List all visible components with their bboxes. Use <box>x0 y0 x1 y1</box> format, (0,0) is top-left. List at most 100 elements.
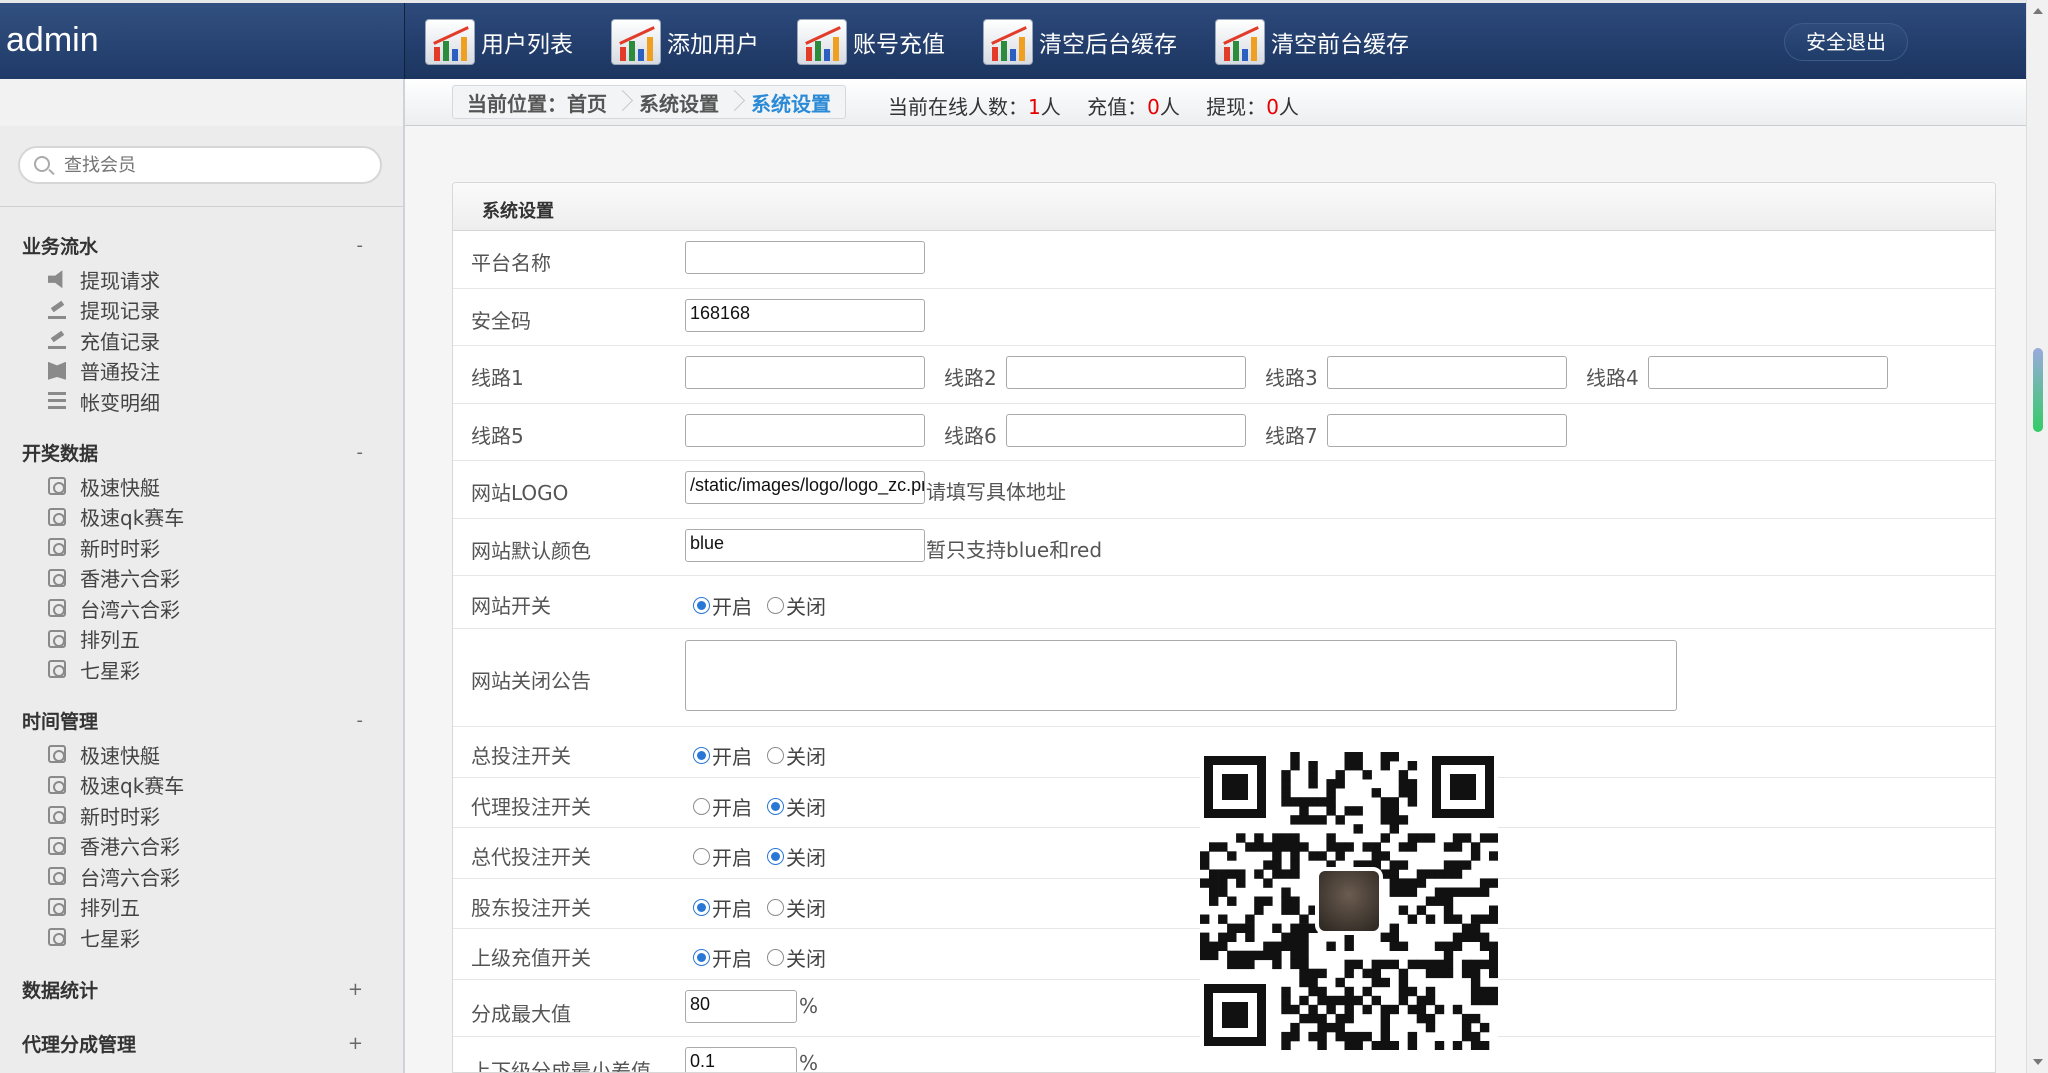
top-header: admin 用户列表 添加用户 账号充值 清空后台缓存 清空前台缓存 安全退出 <box>0 0 2026 79</box>
line1-input[interactable] <box>685 356 925 389</box>
radio-button[interactable] <box>693 747 710 764</box>
site-switch-radio-on[interactable]: 开启 <box>693 591 752 620</box>
scroll-up-arrow-icon[interactable] <box>2033 8 2043 14</box>
online-count: 1 <box>1028 95 1041 119</box>
agent-bet-switch-radio-off[interactable]: 关闭 <box>767 792 826 821</box>
line2-label: 线路2 <box>944 366 997 390</box>
online-label: 当前在线人数： <box>888 95 1028 119</box>
sidebar-item[interactable]: 极速快艇 <box>0 739 403 770</box>
sidebar-section: 代理分成管理 + <box>0 1028 403 1062</box>
superior-recharge-switch-radio-off[interactable]: 关闭 <box>767 943 826 972</box>
color-input[interactable]: blue <box>685 529 925 562</box>
site-switch-radio-off[interactable]: 关闭 <box>767 591 826 620</box>
page-scrollbar[interactable] <box>2026 0 2048 1073</box>
nav-item[interactable]: 账号充值 <box>797 17 945 67</box>
collapse-toggle-icon[interactable]: - <box>357 710 364 731</box>
bet-switch-radio-on[interactable]: 开启 <box>693 741 752 770</box>
sidebar-item[interactable]: 新时时彩 <box>0 800 403 831</box>
qr-code-image <box>1200 752 1499 1051</box>
agent-bet-switch-radio-on[interactable]: 开启 <box>693 792 752 821</box>
row-color: 网站默认颜色 blue 暂只支持blue和red <box>453 519 1995 576</box>
sidebar-item-label: 极速快艇 <box>80 743 160 768</box>
radio-button[interactable] <box>767 848 784 865</box>
breadcrumb-item[interactable]: 系统设置 <box>639 88 719 117</box>
radio-button[interactable] <box>693 949 710 966</box>
scroll-thumb[interactable] <box>2033 348 2043 432</box>
line7-label: 线路7 <box>1265 424 1318 448</box>
radio-button[interactable] <box>693 798 710 815</box>
security-code-input[interactable]: 168168 <box>685 299 925 332</box>
sidebar-section-header[interactable]: 代理分成管理 + <box>0 1028 403 1058</box>
radio-button[interactable] <box>767 597 784 614</box>
collapse-toggle-icon[interactable]: + <box>348 1033 363 1054</box>
line2-input[interactable] <box>1006 356 1246 389</box>
radio-label: 开启 <box>712 947 752 971</box>
platform-name-input[interactable] <box>685 241 925 274</box>
collapse-toggle-icon[interactable]: + <box>348 979 363 1000</box>
sidebar-item[interactable]: 普通投注 <box>0 356 403 387</box>
sidebar-section-header[interactable]: 业务流水 - <box>0 230 403 260</box>
sidebar-item[interactable]: 七星彩 <box>0 654 403 685</box>
search-input[interactable] <box>64 152 364 178</box>
row-lines-5-7: 线路5 线路6 线路7 <box>453 404 1995 461</box>
general-agent-bet-switch-radio-off[interactable]: 关闭 <box>767 842 826 871</box>
sidebar-item[interactable]: 帐变明细 <box>0 386 403 417</box>
radio-button[interactable] <box>693 899 710 916</box>
sidebar-section-header[interactable]: 开奖数据 - <box>0 437 403 467</box>
radio-button[interactable] <box>767 949 784 966</box>
sidebar-item[interactable]: 极速qk赛车 <box>0 502 403 533</box>
radio-button[interactable] <box>693 597 710 614</box>
collapse-toggle-icon[interactable]: - <box>357 442 364 463</box>
radio-label: 开启 <box>712 796 752 820</box>
breadcrumb-home[interactable]: 当前位置：首页 <box>467 88 607 117</box>
radio-button[interactable] <box>767 747 784 764</box>
collapse-toggle-icon[interactable]: - <box>357 235 364 256</box>
sidebar-item[interactable]: 香港六合彩 <box>0 831 403 862</box>
sidebar-item[interactable]: 香港六合彩 <box>0 563 403 594</box>
sidebar-section-header[interactable]: 数据统计 + <box>0 974 403 1004</box>
sidebar-section-header[interactable]: 时间管理 - <box>0 705 403 735</box>
line6-input[interactable] <box>1006 414 1246 447</box>
sidebar-section-title: 开奖数据 <box>22 442 99 465</box>
logout-button[interactable]: 安全退出 <box>1784 23 1908 61</box>
min-diff-label: 上下级分成最小差值 <box>471 1059 651 1073</box>
sidebar-item[interactable]: 新时时彩 <box>0 532 403 563</box>
sidebar-item-label: 提现记录 <box>80 299 160 324</box>
sidebar-item[interactable]: 充值记录 <box>0 325 403 356</box>
qr-finder-bottom-left <box>1204 984 1266 1046</box>
scroll-down-arrow-icon[interactable] <box>2033 1059 2043 1065</box>
nav-item[interactable]: 清空后台缓存 <box>983 17 1177 67</box>
max-share-input[interactable]: 80 <box>685 990 797 1023</box>
radio-button[interactable] <box>767 798 784 815</box>
sidebar-item[interactable]: 排列五 <box>0 892 403 923</box>
line3-input[interactable] <box>1327 356 1567 389</box>
nav-item[interactable]: 清空前台缓存 <box>1215 17 1409 67</box>
nav-item[interactable]: 用户列表 <box>425 17 573 67</box>
general-agent-bet-switch-label: 总代投注开关 <box>471 845 591 869</box>
bet-switch-radio-off[interactable]: 关闭 <box>767 741 826 770</box>
sidebar-item[interactable]: 极速qk赛车 <box>0 770 403 801</box>
member-search[interactable] <box>18 146 382 184</box>
sidebar-section: 业务流水 - 提现请求提现记录 充值记录 普通投注 帐变明细 <box>0 230 403 417</box>
target-icon <box>48 836 66 855</box>
close-notice-textarea[interactable] <box>685 640 1677 711</box>
line7-input[interactable] <box>1327 414 1567 447</box>
line5-input[interactable] <box>685 414 925 447</box>
shareholder-bet-switch-radio-off[interactable]: 关闭 <box>767 893 826 922</box>
sidebar-item[interactable]: 极速快艇 <box>0 471 403 502</box>
sidebar-item[interactable]: 提现请求 <box>0 264 403 295</box>
sidebar-item[interactable]: 台湾六合彩 <box>0 861 403 892</box>
sidebar-item[interactable]: 提现记录 <box>0 295 403 326</box>
shareholder-bet-switch-radio-on[interactable]: 开启 <box>693 893 752 922</box>
logo-input[interactable]: /static/images/logo/logo_zc.png <box>685 471 925 504</box>
sidebar-item[interactable]: 台湾六合彩 <box>0 593 403 624</box>
sidebar-item[interactable]: 排列五 <box>0 624 403 655</box>
line4-input[interactable] <box>1648 356 1888 389</box>
sidebar-item[interactable]: 七星彩 <box>0 922 403 953</box>
radio-button[interactable] <box>693 848 710 865</box>
general-agent-bet-switch-radio-on[interactable]: 开启 <box>693 842 752 871</box>
nav-item[interactable]: 添加用户 <box>611 17 759 67</box>
min-diff-input[interactable]: 0.1 <box>685 1047 797 1072</box>
radio-button[interactable] <box>767 899 784 916</box>
superior-recharge-switch-radio-on[interactable]: 开启 <box>693 943 752 972</box>
